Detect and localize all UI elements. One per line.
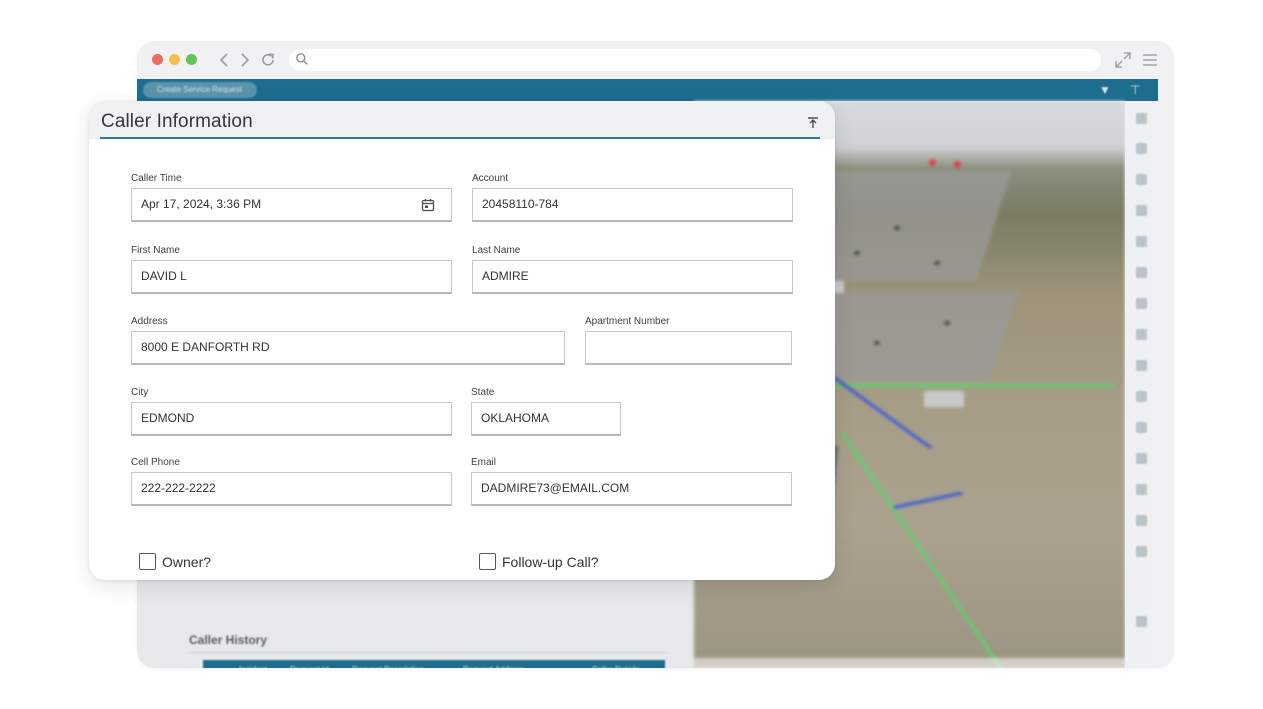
cell-phone-label: Cell Phone (131, 457, 180, 468)
grid-icon[interactable] (1136, 113, 1147, 124)
address-bar[interactable] (289, 49, 1101, 71)
map-tool-rail (1125, 101, 1158, 668)
settings-icon[interactable] (1136, 616, 1147, 627)
caller-time-label: Caller Time (131, 173, 182, 184)
window-maximize-button[interactable] (186, 54, 197, 65)
follow-up-call-checkbox[interactable] (479, 553, 496, 570)
reload-icon[interactable] (259, 50, 277, 70)
history-column-header: Request Address (463, 665, 524, 668)
apartment-number-label: Apartment Number (585, 316, 670, 327)
owner-label: Owner? (162, 554, 212, 570)
locate-icon[interactable] (1136, 515, 1147, 526)
expand-icon[interactable] (1113, 50, 1133, 70)
state-value: OKLAHOMA (481, 411, 550, 425)
card-header: Caller Information (89, 101, 835, 139)
address-label: Address (131, 316, 168, 327)
app-header: Create Service Request ▼ ⊤ (137, 79, 1158, 101)
table-icon[interactable] (1136, 422, 1147, 433)
history-column-header: Caller Details (592, 665, 640, 668)
menu-icon[interactable] (1140, 50, 1160, 70)
cell-phone-value: 222-222-2222 (141, 481, 216, 495)
print-icon[interactable] (1136, 391, 1147, 402)
caller-history-table-header: Incident Request Id Request Description Req… (203, 660, 665, 668)
create-service-request-button[interactable]: Create Service Request (143, 82, 257, 98)
last-name-value: ADMIRE (482, 269, 529, 283)
history-column-header: Request Id (290, 665, 329, 668)
address-value: 8000 E DANFORTH RD (141, 340, 270, 354)
cell-phone-field[interactable]: 222-222-2222 (131, 472, 452, 506)
fullscreen-icon[interactable] (1136, 453, 1147, 464)
bookmark-icon[interactable] (1136, 143, 1147, 154)
chart-icon[interactable] (1136, 236, 1147, 247)
browser-toolbar (137, 41, 1174, 79)
account-label: Account (472, 173, 509, 184)
search-icon (296, 53, 308, 65)
window-close-button[interactable] (152, 54, 163, 65)
city-label: City (131, 387, 149, 398)
tools-icon[interactable] (1136, 546, 1147, 557)
first-name-value: DAVID L (141, 269, 187, 283)
history-column-header: Incident (239, 665, 267, 668)
email-value: DADMIRE73@EMAIL.COM (481, 481, 630, 495)
apartment-number-field[interactable] (585, 331, 792, 365)
card-title: Caller Information (101, 111, 253, 132)
city-value: EDMOND (141, 411, 195, 425)
calendar-icon[interactable] (421, 198, 435, 212)
collapse-up-icon[interactable] (805, 115, 821, 131)
search-icon[interactable] (1136, 329, 1147, 340)
first-name-label: First Name (131, 245, 180, 256)
owner-checkbox[interactable] (139, 553, 156, 570)
window-minimize-button[interactable] (169, 54, 180, 65)
calendar-icon[interactable] (1136, 267, 1147, 278)
caller-time-field[interactable]: Apr 17, 2024, 3:36 PM (131, 188, 452, 222)
list-icon[interactable] (1136, 360, 1147, 371)
caller-form: Caller Time Apr 17, 2024, 3:36 PM Accoun… (100, 139, 820, 580)
email-label: Email (471, 457, 497, 468)
state-label: State (471, 387, 495, 398)
pin-icon[interactable]: ⊤ (1130, 83, 1142, 97)
back-icon[interactable] (216, 50, 234, 70)
measure-icon[interactable] (1136, 484, 1147, 495)
first-name-field[interactable]: DAVID L (131, 260, 452, 294)
state-field[interactable]: OKLAHOMA (471, 402, 621, 436)
account-value: 20458110-784 (482, 197, 559, 211)
address-field[interactable]: 8000 E DANFORTH RD (131, 331, 565, 365)
layers-icon[interactable] (1136, 174, 1147, 185)
email-field[interactable]: DADMIRE73@EMAIL.COM (471, 472, 792, 506)
history-column-header: Request Description (352, 665, 424, 668)
follow-up-call-label: Follow-up Call? (502, 554, 599, 570)
filter-icon[interactable] (1136, 205, 1147, 216)
qr-icon[interactable] (1136, 298, 1147, 309)
account-field[interactable]: 20458110-784 (472, 188, 793, 222)
city-field[interactable]: EDMOND (131, 402, 452, 436)
last-name-field[interactable]: ADMIRE (472, 260, 793, 294)
caller-time-value: Apr 17, 2024, 3:36 PM (141, 197, 262, 211)
filter-icon[interactable]: ▼ (1099, 83, 1111, 97)
caller-history-panel: Caller History Incident Request Id Request… (189, 627, 667, 668)
forward-icon[interactable] (236, 50, 254, 70)
last-name-label: Last Name (472, 245, 521, 256)
caller-information-card: Caller Information Caller Time Apr 17, 2… (89, 101, 835, 580)
caller-history-title: Caller History (189, 633, 268, 647)
